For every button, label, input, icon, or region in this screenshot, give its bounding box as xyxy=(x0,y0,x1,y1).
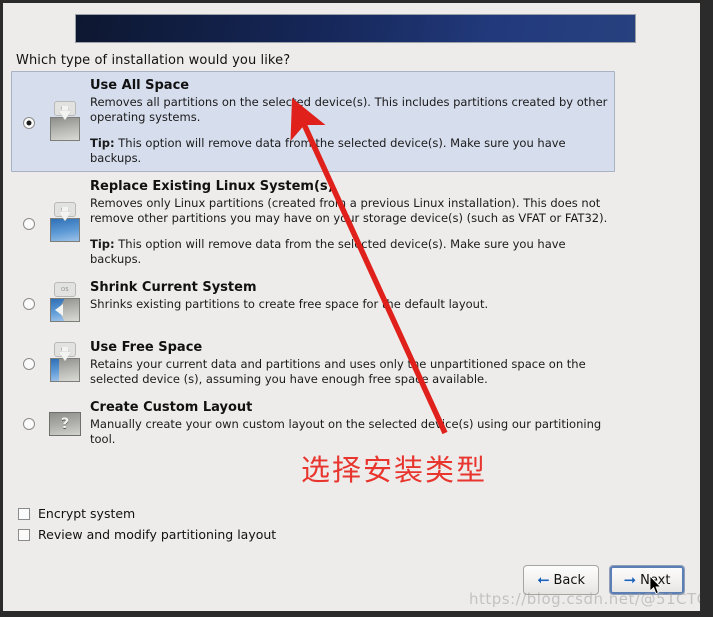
option-title: Create Custom Layout xyxy=(90,400,253,415)
option-tip: Tip: This option will remove data from t… xyxy=(90,136,608,165)
arrow-right-icon: ➞ xyxy=(623,570,637,589)
option-tip-label: Tip: xyxy=(90,237,115,251)
checkbox-encrypt-system[interactable] xyxy=(18,507,30,520)
shrink-left-arrow-icon xyxy=(55,304,63,316)
screenshot-frame: Which type of installation would you lik… xyxy=(0,0,713,617)
option-tip-text: This option will remove data from the se… xyxy=(90,237,566,266)
checkbox-row-review-layout[interactable]: Review and modify partitioning layout xyxy=(18,524,276,545)
icon-cell-create-custom-layout: ? xyxy=(42,400,88,446)
arrow-left-icon: ➞ xyxy=(536,570,550,589)
text-cell-use-all-space: Use All Space Removes all partitions on … xyxy=(88,78,608,165)
drive-fill-blue-left xyxy=(51,359,60,381)
option-title: Use Free Space xyxy=(90,340,203,355)
radio-cell-use-all-space[interactable] xyxy=(16,115,42,129)
option-description: Retains your current data and partitions… xyxy=(90,357,586,386)
back-button-label: Back xyxy=(553,572,586,588)
icon-cell-shrink-current-system: OS xyxy=(42,280,88,326)
radio-cell-create-custom-layout[interactable] xyxy=(16,416,42,430)
icon-cell-use-all-space: OS xyxy=(42,99,88,145)
text-cell-create-custom-layout: Create Custom Layout Manually create you… xyxy=(88,400,608,446)
option-title: Use All Space xyxy=(90,78,190,93)
option-description: Removes only Linux partitions (created f… xyxy=(90,196,608,225)
drive-body xyxy=(50,358,80,382)
annotation-label: 选择安装类型 xyxy=(301,453,488,487)
option-tip: Tip: This option will remove data from t… xyxy=(90,237,608,266)
question-mark-icon: ? xyxy=(49,412,81,436)
radio-replace-existing-linux[interactable] xyxy=(23,217,35,230)
down-arrow-icon xyxy=(59,110,71,120)
next-button-label: Next xyxy=(640,572,671,588)
icon-cell-replace-existing-linux: OS xyxy=(42,200,88,246)
text-cell-shrink-current-system: Shrink Current System Shrinks existing p… xyxy=(88,280,608,312)
radio-cell-use-free-space[interactable] xyxy=(16,356,42,370)
installer-dialog: Which type of installation would you lik… xyxy=(3,3,700,611)
disk-replace-linux-icon: OS xyxy=(46,201,84,246)
option-title: Shrink Current System xyxy=(90,280,257,295)
radio-shrink-current-system[interactable] xyxy=(23,298,35,310)
drive-fill-gray xyxy=(51,117,79,140)
option-description: Manually create your own custom layout o… xyxy=(90,417,602,446)
option-description: Shrinks existing partitions to create fr… xyxy=(90,297,489,311)
drive-fill-blue xyxy=(51,218,79,241)
radio-cell-replace-existing-linux[interactable] xyxy=(16,216,42,230)
option-title: Replace Existing Linux System(s) xyxy=(90,179,334,194)
text-cell-replace-existing-linux: Replace Existing Linux System(s) Removes… xyxy=(88,179,608,266)
watermark-text: https://blog.csdn.net/@51CTO博客 xyxy=(469,590,700,608)
checkbox-label-review-layout: Review and modify partitioning layout xyxy=(38,527,277,542)
option-description: Removes all partitions on the selected d… xyxy=(90,95,608,124)
option-replace-existing-linux[interactable]: OS Replace Existing Linux System(s) Remo… xyxy=(11,172,615,273)
disk-free-space-icon: OS xyxy=(46,342,84,386)
checkbox-review-layout[interactable] xyxy=(18,528,30,541)
checkbox-label-encrypt-system: Encrypt system xyxy=(38,506,136,521)
installation-type-list: OS Use All Space Removes all partitions … xyxy=(11,71,615,453)
disk-custom-layout-icon: ? xyxy=(46,402,84,446)
option-use-free-space[interactable]: OS Use Free Space Retains your current d… xyxy=(11,333,615,393)
down-arrow-icon xyxy=(59,211,71,221)
option-tip-label: Tip: xyxy=(90,136,115,150)
page-title: Which type of installation would you lik… xyxy=(16,53,291,68)
disk-shrink-icon: OS xyxy=(46,282,84,326)
radio-cell-shrink-current-system[interactable] xyxy=(16,296,42,310)
option-use-all-space[interactable]: OS Use All Space Removes all partitions … xyxy=(11,71,615,172)
radio-create-custom-layout[interactable] xyxy=(23,418,35,430)
option-create-custom-layout[interactable]: ? Create Custom Layout Manually create y… xyxy=(11,393,615,453)
option-tip-text: This option will remove data from the se… xyxy=(90,136,566,165)
radio-use-all-space[interactable] xyxy=(23,116,35,129)
checkbox-row-encrypt-system[interactable]: Encrypt system xyxy=(18,503,276,524)
header-banner xyxy=(75,14,636,43)
drive-body xyxy=(50,217,80,242)
disk-all-space-icon: OS xyxy=(46,100,84,145)
down-arrow-icon xyxy=(59,352,71,361)
option-shrink-current-system[interactable]: OS Shrink Current System Shrinks existin… xyxy=(11,273,615,333)
text-cell-use-free-space: Use Free Space Retains your current data… xyxy=(88,340,608,386)
icon-cell-use-free-space: OS xyxy=(42,340,88,386)
os-chip-label: OS xyxy=(54,282,76,297)
drive-body xyxy=(50,116,80,141)
options-checkbox-group: Encrypt system Review and modify partiti… xyxy=(18,503,276,545)
radio-use-free-space[interactable] xyxy=(23,358,35,370)
